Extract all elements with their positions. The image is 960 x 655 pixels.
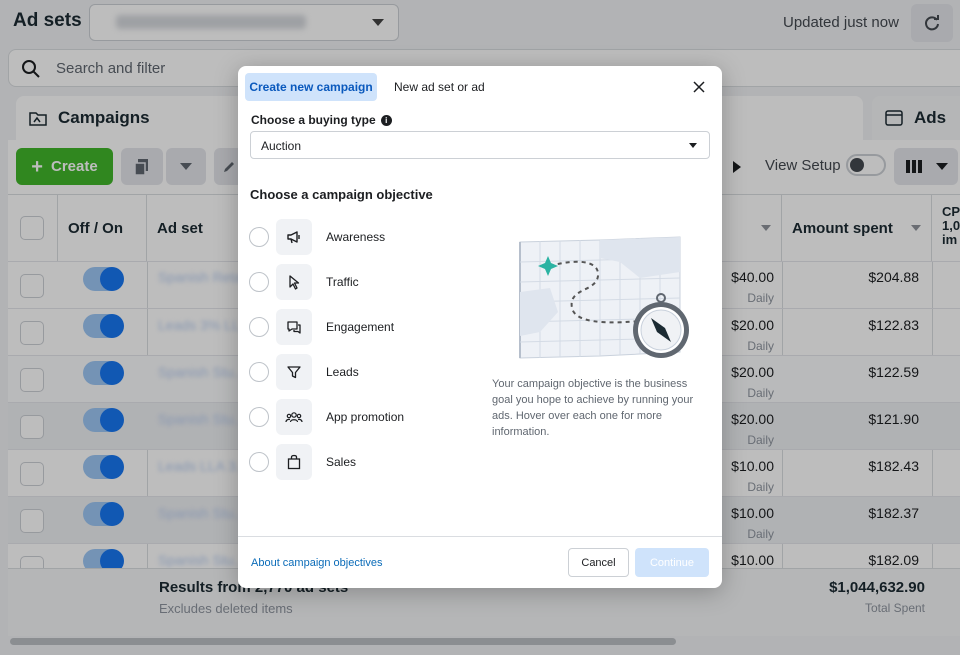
buying-type-value: Auction xyxy=(261,139,302,153)
about-objectives-link[interactable]: About campaign objectives xyxy=(251,557,382,569)
objective-heading: Choose a campaign objective xyxy=(250,187,433,202)
objective-radio[interactable] xyxy=(249,227,269,247)
cursor-icon xyxy=(276,264,312,300)
close-button[interactable] xyxy=(690,78,708,96)
objective-description: Your campaign objective is the business … xyxy=(492,378,694,438)
objective-radio[interactable] xyxy=(249,317,269,337)
tab-create-new-campaign[interactable]: Create new campaign xyxy=(245,73,377,101)
chat-bubble-icon xyxy=(276,309,312,345)
objective-app-promotion[interactable]: App promotion xyxy=(249,399,459,435)
objective-radio[interactable] xyxy=(249,452,269,472)
objective-label: Engagement xyxy=(326,320,395,334)
objective-traffic[interactable]: Traffic xyxy=(249,264,459,300)
megaphone-icon xyxy=(276,219,312,255)
buying-type-select[interactable]: Auction xyxy=(250,131,710,159)
filter-icon xyxy=(276,354,312,390)
objective-leads[interactable]: Leads xyxy=(249,354,459,390)
objective-label: Leads xyxy=(326,365,359,379)
close-icon xyxy=(693,81,705,93)
tab-new-ad-set-or-ad[interactable]: New ad set or ad xyxy=(394,80,485,94)
objective-radio[interactable] xyxy=(249,407,269,427)
objective-awareness[interactable]: Awareness xyxy=(249,219,459,255)
objective-label: App promotion xyxy=(326,410,405,424)
objective-label: Traffic xyxy=(326,275,359,289)
cancel-button[interactable]: Cancel xyxy=(568,548,629,577)
objective-radio[interactable] xyxy=(249,272,269,292)
continue-button[interactable]: Continue xyxy=(635,548,709,577)
map-compass-illustration xyxy=(519,236,689,359)
objective-label: Awareness xyxy=(326,230,386,244)
info-icon[interactable]: i xyxy=(380,114,392,126)
shopping-bag-icon xyxy=(276,444,312,480)
dialog-footer: About campaign objectives Cancel Continu… xyxy=(238,536,722,588)
objective-radio[interactable] xyxy=(249,362,269,382)
buying-type-label: Choose a buying type i xyxy=(251,113,392,127)
chevron-down-icon xyxy=(689,143,697,148)
objective-label: Sales xyxy=(326,455,357,469)
objective-engagement[interactable]: Engagement xyxy=(249,309,459,345)
create-campaign-dialog: Create new campaign New ad set or ad Cho… xyxy=(238,66,722,588)
objective-sales[interactable]: Sales xyxy=(249,444,459,480)
people-icon xyxy=(276,399,312,435)
buying-type-label-text: Choose a buying type xyxy=(251,113,376,127)
